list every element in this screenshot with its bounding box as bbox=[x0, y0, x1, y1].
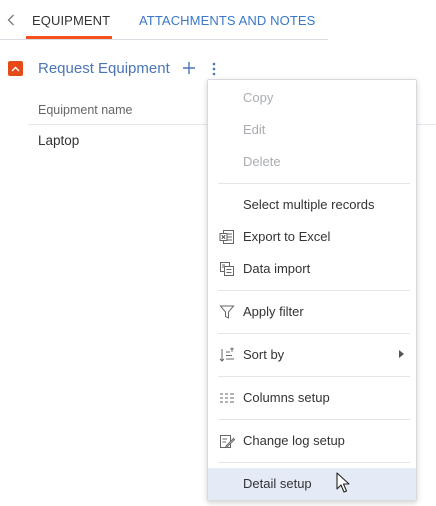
sort-icon bbox=[218, 347, 236, 363]
menu-item-change-log-setup[interactable]: Change log setup bbox=[208, 425, 416, 457]
tab-bar: EQUIPMENT ATTACHMENTS AND NOTES bbox=[0, 0, 328, 40]
cell-equipment-name: Laptop bbox=[38, 133, 80, 148]
menu-item-delete[interactable]: Delete bbox=[208, 146, 416, 178]
excel-export-icon bbox=[218, 229, 236, 245]
menu-item-data-import[interactable]: Data import bbox=[208, 253, 416, 285]
menu-separator bbox=[218, 376, 410, 377]
table-row[interactable]: Laptop bbox=[28, 126, 208, 156]
menu-item-label: Detail setup bbox=[243, 476, 312, 491]
menu-item-detail-setup[interactable]: Detail setup bbox=[208, 468, 416, 500]
menu-item-label: Change log setup bbox=[243, 433, 345, 448]
chevron-up-icon bbox=[11, 66, 20, 71]
chevron-left-icon[interactable] bbox=[4, 11, 18, 29]
menu-item-columns-setup[interactable]: Columns setup bbox=[208, 382, 416, 414]
menu-item-label: Columns setup bbox=[243, 390, 330, 405]
more-actions-button[interactable] bbox=[206, 58, 222, 80]
menu-item-apply-filter[interactable]: Apply filter bbox=[208, 296, 416, 328]
menu-item-label: Copy bbox=[243, 90, 274, 105]
menu-item-label: Select multiple records bbox=[243, 197, 375, 212]
columns-icon bbox=[218, 390, 236, 406]
menu-item-label: Delete bbox=[243, 154, 281, 169]
data-import-icon bbox=[218, 261, 236, 277]
menu-item-label: Sort by bbox=[243, 347, 285, 362]
more-vertical-icon bbox=[212, 62, 216, 76]
change-log-icon bbox=[218, 433, 236, 449]
menu-separator bbox=[218, 183, 410, 184]
mouse-cursor-icon bbox=[336, 472, 350, 493]
menu-separator bbox=[218, 333, 410, 334]
menu-item-label: Export to Excel bbox=[243, 229, 331, 244]
tab-equipment[interactable]: EQUIPMENT bbox=[32, 13, 110, 28]
actions-menu: Copy Edit Delete Select multiple records… bbox=[207, 79, 417, 501]
menu-item-export-to-excel[interactable]: Export to Excel bbox=[208, 221, 416, 253]
detail-title[interactable]: Request Equipment bbox=[38, 60, 170, 77]
collapse-button[interactable] bbox=[8, 61, 23, 76]
menu-item-edit[interactable]: Edit bbox=[208, 114, 416, 146]
menu-item-select-multiple-records[interactable]: Select multiple records bbox=[208, 189, 416, 221]
menu-item-copy[interactable]: Copy bbox=[208, 82, 416, 114]
menu-item-sort-by[interactable]: Sort by bbox=[208, 339, 416, 371]
add-button[interactable] bbox=[180, 58, 198, 78]
menu-item-label: Apply filter bbox=[243, 304, 304, 319]
menu-separator bbox=[218, 419, 410, 420]
menu-separator bbox=[218, 290, 410, 291]
active-tab-indicator bbox=[26, 36, 112, 39]
column-header-equipment-name[interactable]: Equipment name bbox=[38, 103, 133, 117]
menu-item-label: Edit bbox=[243, 122, 266, 137]
submenu-arrow-icon bbox=[399, 350, 404, 358]
plus-icon bbox=[183, 62, 195, 74]
menu-separator bbox=[218, 462, 410, 463]
filter-icon bbox=[218, 304, 236, 320]
menu-item-label: Data import bbox=[243, 261, 311, 276]
tab-attachments-and-notes[interactable]: ATTACHMENTS AND NOTES bbox=[139, 13, 315, 28]
